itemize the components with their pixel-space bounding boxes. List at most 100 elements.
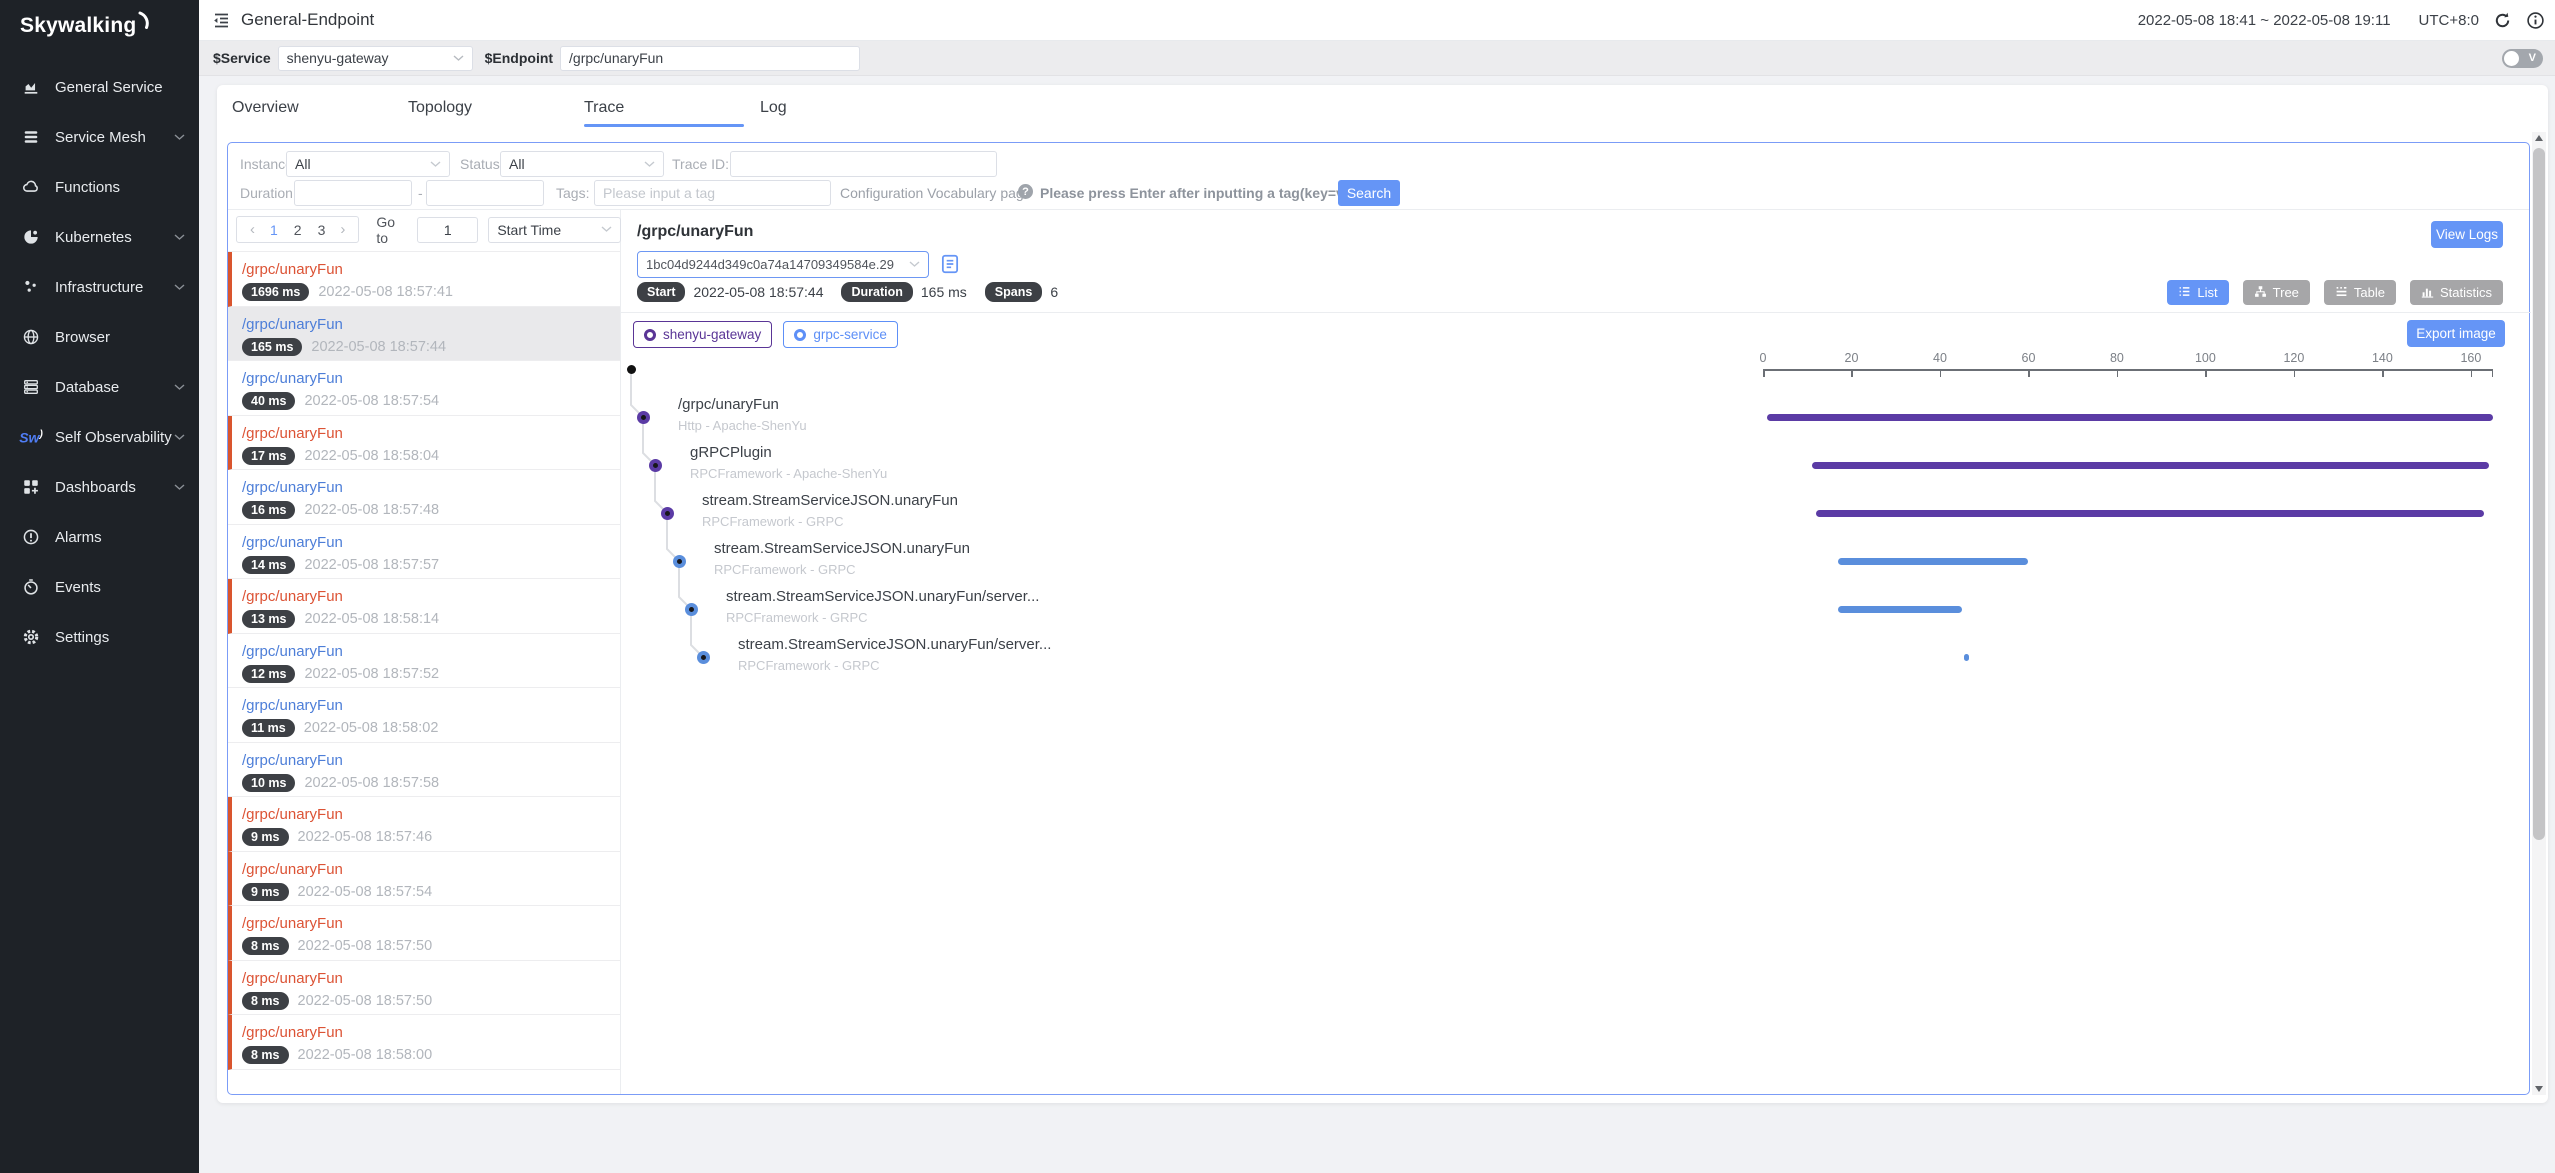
legend-chip-shenyu-gateway[interactable]: shenyu-gateway — [633, 321, 772, 348]
view-mode-tree[interactable]: Tree — [2243, 280, 2310, 305]
span-name[interactable]: /grpc/unaryFun — [678, 396, 779, 413]
topbar: General-Endpoint 2022-05-08 18:41 ~ 2022… — [199, 0, 2555, 41]
legend-chip-grpc-service[interactable]: grpc-service — [783, 321, 898, 348]
trace-list-item[interactable]: /grpc/unaryFun9 ms2022-05-08 18:57:54 — [228, 852, 620, 907]
time-range[interactable]: 2022-05-08 18:41 ~ 2022-05-08 19:11 — [2138, 12, 2391, 29]
sidebar-item-browser[interactable]: Browser — [0, 312, 199, 362]
sidebar-nav: General ServiceService MeshFunctionsKube… — [0, 62, 199, 662]
axis-tick-mark — [2294, 369, 2296, 377]
span-dot[interactable] — [649, 459, 662, 472]
refresh-icon[interactable] — [2493, 11, 2512, 30]
instance-select[interactable]: All — [286, 151, 450, 177]
trace-list-item[interactable]: /grpc/unaryFun12 ms2022-05-08 18:57:52 — [228, 634, 620, 689]
trace-list-item[interactable]: /grpc/unaryFun1696 ms2022-05-08 18:57:41 — [228, 252, 620, 307]
span-dot[interactable] — [685, 603, 698, 616]
span-dot[interactable] — [661, 507, 674, 520]
tab-trace[interactable]: Trace — [584, 85, 760, 127]
trace-timestamp: 2022-05-08 18:57:46 — [298, 829, 433, 845]
trace-list-item[interactable]: /grpc/unaryFun40 ms2022-05-08 18:57:54 — [228, 361, 620, 416]
trace-list-item[interactable]: /grpc/unaryFun8 ms2022-05-08 18:57:50 — [228, 906, 620, 961]
copy-trace-id-icon[interactable] — [939, 253, 961, 275]
trace-list-item[interactable]: /grpc/unaryFun8 ms2022-05-08 18:58:00 — [228, 1015, 620, 1070]
scroll-up-icon[interactable] — [2535, 135, 2543, 141]
sidebar-item-self-observability[interactable]: Sw)Self Observability — [0, 412, 199, 462]
span-name[interactable]: stream.StreamServiceJSON.unaryFun/server… — [738, 636, 1051, 653]
tab-log[interactable]: Log — [760, 85, 936, 127]
page-number-3[interactable]: 3 — [310, 222, 334, 238]
sort-select[interactable]: Start Time — [488, 217, 621, 243]
trace-list-item[interactable]: /grpc/unaryFun13 ms2022-05-08 18:58:14 — [228, 579, 620, 634]
span-duration-bar[interactable] — [1838, 606, 1962, 613]
sidebar-item-settings[interactable]: Settings — [0, 612, 199, 662]
trace-list-item[interactable]: /grpc/unaryFun165 ms2022-05-08 18:57:44 — [228, 307, 620, 362]
dots-icon — [20, 277, 42, 297]
span-duration-bar[interactable] — [1964, 654, 1968, 661]
view-mode-table[interactable]: Table — [2324, 280, 2396, 305]
trace-list-item[interactable]: /grpc/unaryFun11 ms2022-05-08 18:58:02 — [228, 688, 620, 743]
vertical-scrollbar[interactable] — [2532, 132, 2546, 1095]
page-number-1[interactable]: 1 — [262, 222, 286, 238]
scroll-down-icon[interactable] — [2535, 1086, 2543, 1092]
trace-list-item[interactable]: /grpc/unaryFun10 ms2022-05-08 18:57:58 — [228, 743, 620, 798]
span-dot[interactable] — [637, 411, 650, 424]
service-select[interactable]: shenyu-gateway — [278, 46, 473, 71]
start-badge: Start — [637, 282, 685, 302]
tags-input[interactable] — [594, 180, 831, 206]
span-duration-bar[interactable] — [1767, 414, 2493, 421]
trace-list-item[interactable]: /grpc/unaryFun17 ms2022-05-08 18:58:04 — [228, 416, 620, 471]
sidebar-item-kubernetes[interactable]: Kubernetes — [0, 212, 199, 262]
tab-overview[interactable]: Overview — [232, 85, 408, 127]
collapse-menu-icon[interactable] — [212, 11, 231, 30]
export-image-button[interactable]: Export image — [2407, 320, 2505, 347]
view-logs-button[interactable]: View Logs — [2431, 221, 2503, 248]
duration-max-input[interactable] — [426, 180, 544, 206]
span-duration-bar[interactable] — [1812, 462, 2489, 469]
info-icon[interactable] — [2526, 11, 2545, 30]
span-dot[interactable] — [673, 555, 686, 568]
help-icon[interactable]: ? — [1018, 184, 1033, 199]
search-button[interactable]: Search — [1338, 180, 1400, 206]
prev-page-icon[interactable]: ‹ — [243, 221, 262, 238]
sidebar-item-dashboards[interactable]: Dashboards — [0, 462, 199, 512]
page-number-2[interactable]: 2 — [286, 222, 310, 238]
chevron-down-icon — [445, 55, 464, 62]
next-page-icon[interactable]: › — [333, 221, 352, 238]
span-name[interactable]: gRPCPlugin — [690, 444, 772, 461]
view-mode-list[interactable]: List — [2167, 280, 2228, 305]
trace-endpoint: /grpc/unaryFun — [242, 970, 610, 987]
duration-min-input[interactable] — [294, 180, 412, 206]
span-name[interactable]: stream.StreamServiceJSON.unaryFun — [702, 492, 958, 509]
view-mode-label: Statistics — [2440, 285, 2492, 300]
trace-list-item[interactable]: /grpc/unaryFun14 ms2022-05-08 18:57:57 — [228, 525, 620, 580]
span-name[interactable]: stream.StreamServiceJSON.unaryFun/server… — [726, 588, 1039, 605]
span-dot[interactable] — [697, 651, 710, 664]
sidebar-item-alarms[interactable]: Alarms — [0, 512, 199, 562]
span-duration-bar[interactable] — [1838, 558, 2028, 565]
trace-id-select[interactable]: 1bc04d9244d349c0a74a14709349584e.294.165… — [637, 251, 929, 278]
span-name[interactable]: stream.StreamServiceJSON.unaryFun — [714, 540, 970, 557]
scrollbar-thumb[interactable] — [2533, 148, 2545, 840]
trace-list-item[interactable]: /grpc/unaryFun9 ms2022-05-08 18:57:46 — [228, 797, 620, 852]
endpoint-input[interactable] — [560, 46, 860, 71]
trace-list-item[interactable]: /grpc/unaryFun8 ms2022-05-08 18:57:50 — [228, 961, 620, 1016]
view-mode-statistics[interactable]: Statistics — [2410, 280, 2503, 305]
sidebar-item-events[interactable]: Events — [0, 562, 199, 612]
trace-id-input[interactable] — [730, 151, 997, 177]
skywalking-logo: Skywalking — [20, 14, 152, 38]
vocabulary-link[interactable]: Configuration Vocabulary page — [840, 185, 1031, 201]
trace-item-meta: 11 ms2022-05-08 18:58:02 — [242, 719, 610, 737]
duration-value: 165 ms — [921, 284, 967, 300]
sidebar-item-service-mesh[interactable]: Service Mesh — [0, 112, 199, 162]
sidebar-item-database[interactable]: Database — [0, 362, 199, 412]
list-icon — [2178, 285, 2191, 301]
tab-topology[interactable]: Topology — [408, 85, 584, 127]
goto-page-input[interactable] — [417, 217, 478, 243]
status-select[interactable]: All — [500, 151, 664, 177]
timezone[interactable]: UTC+8:0 — [2419, 12, 2479, 29]
sidebar-item-infrastructure[interactable]: Infrastructure — [0, 262, 199, 312]
sidebar-item-general-service[interactable]: General Service — [0, 62, 199, 112]
span-duration-bar[interactable] — [1816, 510, 2484, 517]
auto-refresh-toggle[interactable]: V — [2502, 49, 2543, 68]
trace-list-item[interactable]: /grpc/unaryFun16 ms2022-05-08 18:57:48 — [228, 470, 620, 525]
sidebar-item-functions[interactable]: Functions — [0, 162, 199, 212]
